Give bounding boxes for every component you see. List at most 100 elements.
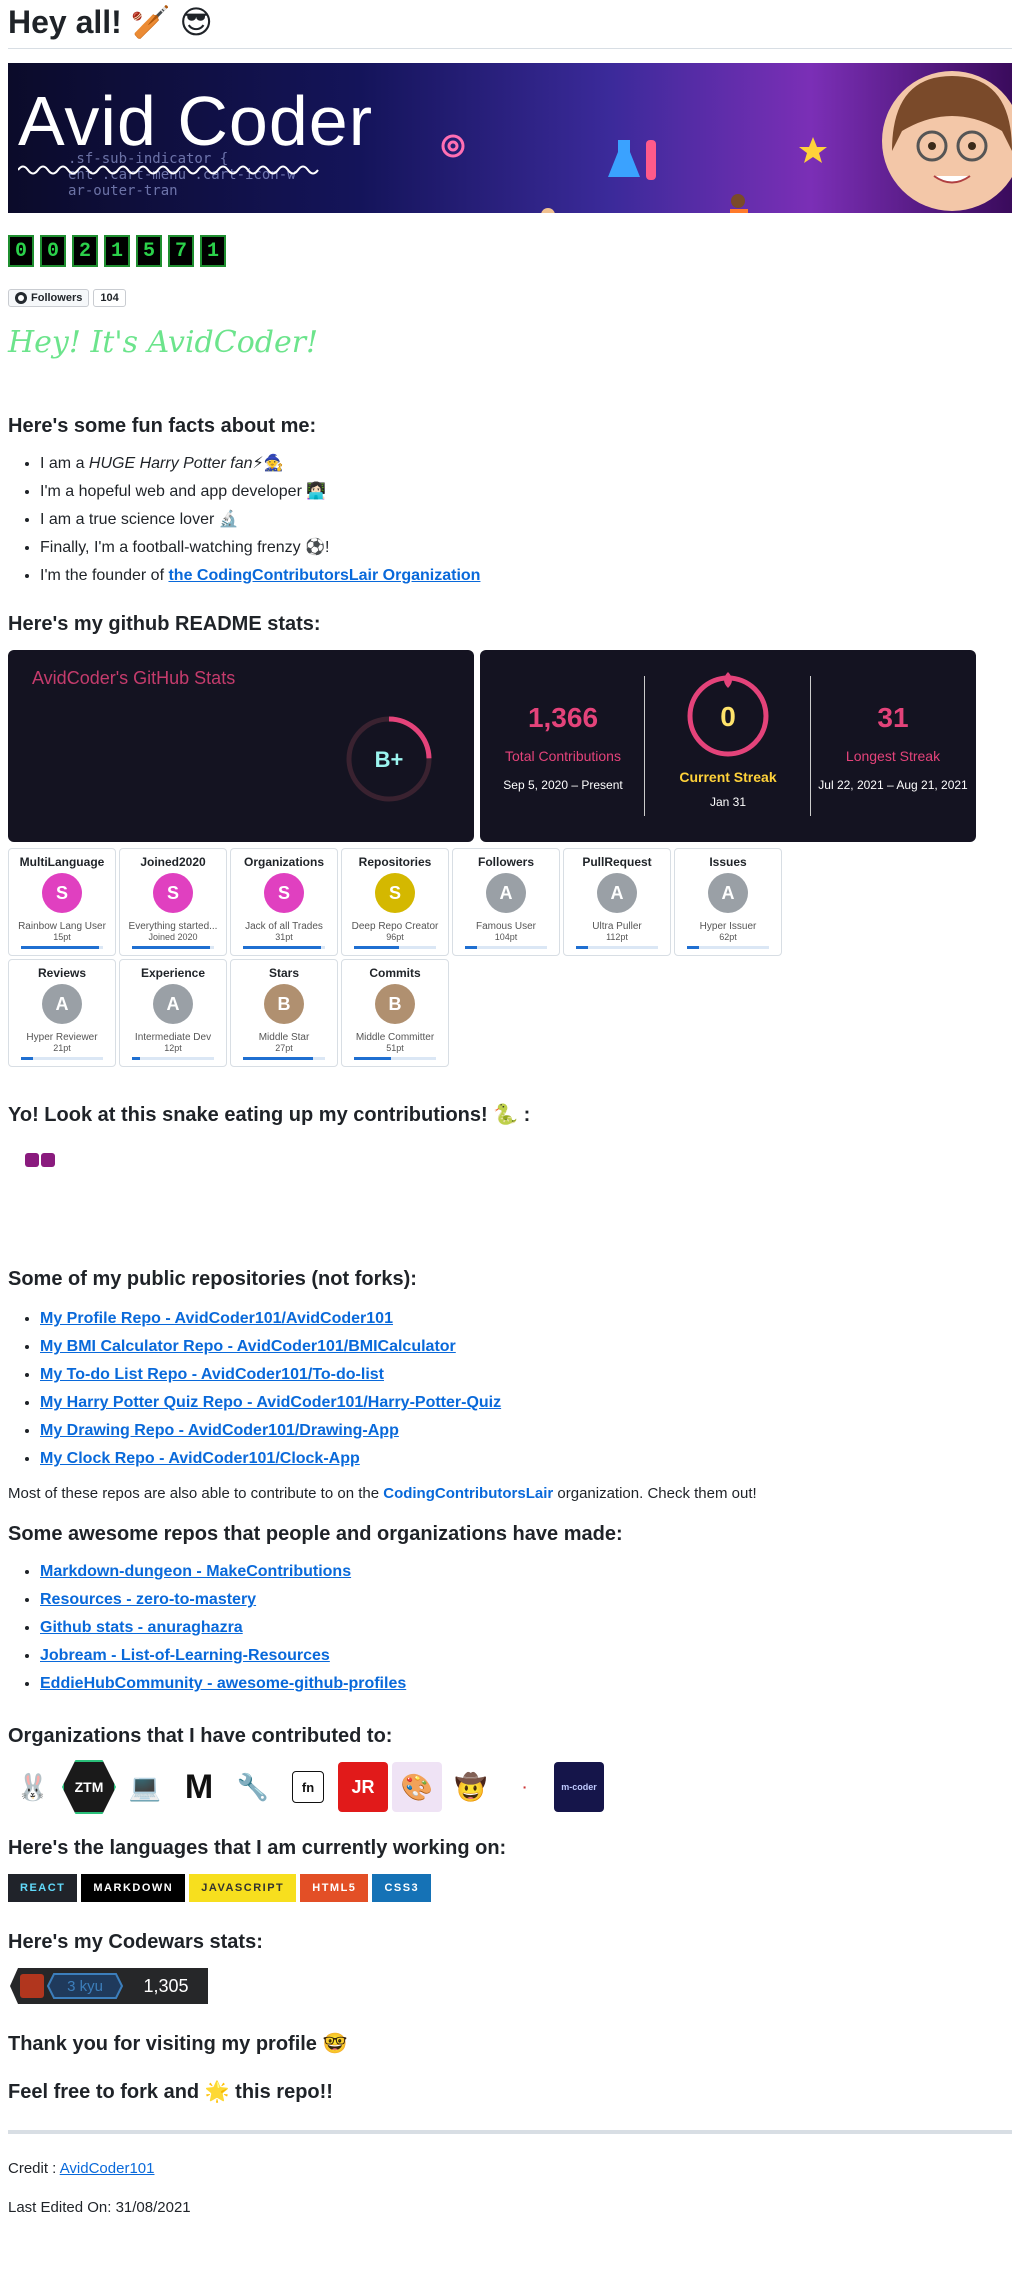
trophy-card[interactable]: Reviews A Hyper Reviewer 21pt	[8, 959, 116, 1067]
org-logo[interactable]: 🔧	[228, 1762, 278, 1812]
trophy-card[interactable]: Issues A Hyper Issuer 62pt	[674, 848, 782, 956]
credit-link[interactable]: AvidCoder101	[60, 2160, 155, 2177]
org-logo[interactable]: 🐰	[8, 1762, 58, 1812]
trophy-progress	[354, 1057, 436, 1060]
org-logo[interactable]: 🎨	[392, 1762, 442, 1812]
trophy-points: Joined 2020	[148, 932, 198, 942]
codewars-logo-icon	[20, 1974, 44, 1998]
trophy-card[interactable]: Followers A Famous User 104pt	[452, 848, 560, 956]
trophy-points: 96pt	[386, 932, 404, 942]
list-item: I am a HUGE Harry Potter fan⚡🧙	[40, 450, 1012, 478]
awesome-link[interactable]: Github stats - anuraghazra	[40, 1619, 243, 1636]
reading-figure-icon	[541, 208, 555, 213]
codewars-badge[interactable]: 3 kyu 1,305	[8, 1968, 1012, 2004]
streak-stats-card[interactable]: 1,366 Total Contributions Sep 5, 2020 – …	[480, 650, 976, 842]
trophy-card[interactable]: MultiLanguage S Rainbow Lang User 15pt	[8, 848, 116, 956]
trophy-progress	[687, 946, 769, 949]
awesome-link[interactable]: Resources - zero-to-mastery	[40, 1591, 256, 1608]
list-item: My Profile Repo - AvidCoder101/AvidCoder…	[40, 1305, 1012, 1333]
org-logo[interactable]: fn	[292, 1771, 324, 1803]
followers-button[interactable]: Followers	[8, 289, 90, 307]
repo-link[interactable]: My Drawing Repo - AvidCoder101/Drawing-A…	[40, 1422, 399, 1439]
trophy-name: Middle Star	[258, 1032, 310, 1043]
org-link[interactable]: CodingContributorsLair	[383, 1485, 553, 1502]
org-logo[interactable]: ·	[500, 1762, 550, 1812]
trophy-title: Joined2020	[140, 855, 206, 869]
trophy-icon: A	[153, 984, 193, 1024]
awesome-link[interactable]: Markdown-dungeon - MakeContributions	[40, 1563, 351, 1580]
trophy-name: Rainbow Lang User	[18, 921, 106, 932]
stats-row: AvidCoder's GitHub Stats B+ 1,366 Total …	[8, 650, 1012, 842]
trophy-points: 51pt	[386, 1043, 404, 1053]
trophy-name: Everything started...	[128, 921, 218, 932]
org-logo[interactable]: JR	[338, 1762, 388, 1812]
trophy-title: Organizations	[243, 855, 324, 869]
counter-digit: 0	[40, 235, 66, 267]
followers-count[interactable]: 104	[93, 289, 126, 307]
trophy-progress-fill	[132, 1057, 141, 1060]
trophy-name: Jack of all Trades	[245, 921, 323, 932]
repo-link[interactable]: My Harry Potter Quiz Repo - AvidCoder101…	[40, 1394, 501, 1411]
trophy-card[interactable]: Commits B Middle Committer 51pt	[341, 959, 449, 1067]
counter-digit: 1	[200, 235, 226, 267]
codewars-badge-graphic: 3 kyu 1,305	[10, 1968, 208, 2004]
trophy-title: Repositories	[358, 855, 432, 869]
org-logo[interactable]: 💻	[120, 1762, 170, 1812]
repo-link[interactable]: My BMI Calculator Repo - AvidCoder101/BM…	[40, 1338, 456, 1355]
org-logo[interactable]: ZTM	[62, 1760, 116, 1814]
trophy-points: 62pt	[719, 932, 737, 942]
github-icon	[15, 292, 27, 304]
trophy-progress	[576, 946, 658, 949]
followers-badge[interactable]: Followers 104	[8, 289, 1012, 307]
trophy-card[interactable]: PullRequest A Ultra Puller 112pt	[563, 848, 671, 956]
trophy-card[interactable]: Stars B Middle Star 27pt	[230, 959, 338, 1067]
github-stats-card[interactable]: AvidCoder's GitHub Stats B+	[8, 650, 474, 842]
trophy-card[interactable]: Repositories S Deep Repo Creator 96pt	[341, 848, 449, 956]
longest-streak: 31 Longest Streak Jul 22, 2021 – Aug 21,…	[810, 702, 976, 792]
founder-org-link[interactable]: the CodingContributorsLair Organization	[168, 567, 480, 584]
stats-heading: Here's my github README stats:	[8, 613, 321, 635]
list-item: Jobream - List-of-Learning-Resources	[40, 1642, 1012, 1670]
trophy-icon: S	[264, 873, 304, 913]
trophy-progress	[21, 1057, 103, 1060]
longest-streak-value: 31	[877, 702, 909, 733]
counter-digit: 2	[72, 235, 98, 267]
org-logo[interactable]: m-coder	[554, 1762, 604, 1812]
repo-link[interactable]: My To-do List Repo - AvidCoder101/To-do-…	[40, 1366, 384, 1383]
trophy-progress	[354, 946, 436, 949]
languages-heading: Here's the languages that I am currently…	[8, 1837, 507, 1859]
trophy-icon: S	[375, 873, 415, 913]
trophy-name: Hyper Issuer	[699, 921, 757, 932]
divider	[8, 2130, 1012, 2134]
awesome-link[interactable]: Jobream - List-of-Learning-Resources	[40, 1647, 330, 1664]
org-logo[interactable]: 🤠	[446, 1762, 496, 1812]
trophy-name: Middle Committer	[355, 1032, 435, 1043]
trophy-card[interactable]: Experience A Intermediate Dev 12pt	[119, 959, 227, 1067]
awesome-heading: Some awesome repos that people and organ…	[8, 1523, 623, 1545]
trophy-grid: MultiLanguage S Rainbow Lang User 15pt Joine…	[8, 848, 888, 1067]
trophy-progress-fill	[576, 946, 589, 949]
list-item: I am a true science lover 🔬	[40, 506, 1012, 534]
org-logo[interactable]: M	[174, 1762, 224, 1812]
trophy-points: 21pt	[53, 1043, 71, 1053]
wave-decoration	[18, 165, 319, 175]
trophy-icon: A	[486, 873, 526, 913]
banner-title: Avid Coder	[18, 82, 374, 160]
current-streak: 0 Current Streak Jan 31	[646, 668, 810, 809]
total-contributions-range: Sep 5, 2020 – Present	[503, 778, 623, 792]
list-item: I'm the founder of the CodingContributor…	[40, 562, 1012, 590]
awesome-list: Markdown-dungeon - MakeContributions Res…	[8, 1558, 1012, 1698]
repo-link[interactable]: My Clock Repo - AvidCoder101/Clock-App	[40, 1450, 360, 1467]
trophy-card[interactable]: Joined2020 S Everything started... Joined 2…	[119, 848, 227, 956]
awesome-link[interactable]: EddieHubCommunity - awesome-github-profi…	[40, 1675, 406, 1692]
list-item: My BMI Calculator Repo - AvidCoder101/BM…	[40, 1333, 1012, 1361]
trophy-name: Deep Repo Creator	[351, 921, 439, 932]
trophy-points: 27pt	[275, 1043, 293, 1053]
repo-link[interactable]: My Profile Repo - AvidCoder101/AvidCoder…	[40, 1310, 393, 1327]
flask-icon	[608, 140, 656, 180]
streak-ring: 0	[687, 672, 769, 757]
trophy-name: Intermediate Dev	[134, 1032, 212, 1043]
trophy-card[interactable]: Organizations S Jack of all Trades 31pt	[230, 848, 338, 956]
language-badge: HTML5	[300, 1874, 369, 1902]
trophy-progress	[243, 946, 325, 949]
